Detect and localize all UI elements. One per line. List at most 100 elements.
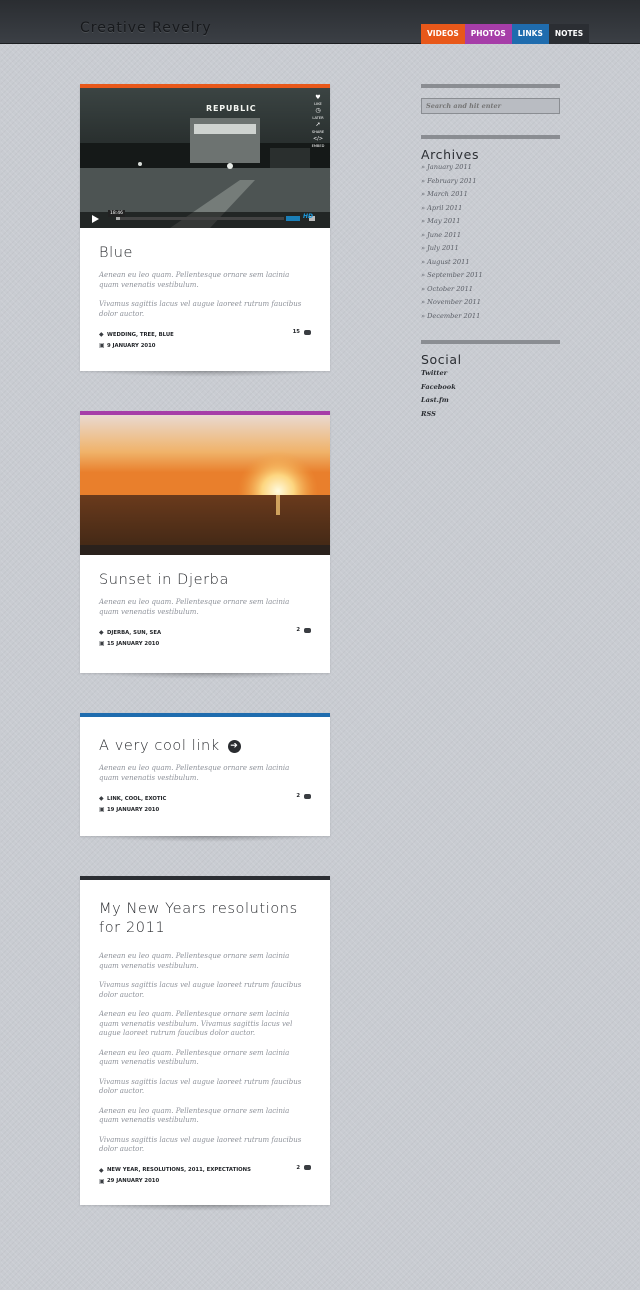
archive-link[interactable]: » July 2011 bbox=[421, 242, 483, 256]
comment-count[interactable]: 2 bbox=[296, 793, 311, 799]
date-row: ▣ 29 JANUARY 2010 bbox=[99, 1176, 311, 1187]
archive-link[interactable]: » September 2011 bbox=[421, 269, 483, 283]
embed-label: EMBED bbox=[311, 144, 325, 148]
link-arrow-icon[interactable]: ➔ bbox=[227, 740, 241, 753]
post-video: REPUBLIC 18:46 HD ♥ LIKE ◷ LATER ➚ SHARE… bbox=[80, 84, 330, 377]
clock-icon[interactable]: ◷ bbox=[308, 107, 328, 115]
post-title-line: My New Years resolutions bbox=[99, 901, 298, 917]
post-title[interactable]: A very cool link ➔ bbox=[99, 737, 311, 756]
post-paragraph: Aenean eu leo quam. Pellentesque ornare … bbox=[99, 1106, 290, 1125]
comment-number: 2 bbox=[296, 627, 300, 633]
post-text: Aenean eu leo quam. Pellentesque ornare … bbox=[99, 764, 311, 783]
archive-link[interactable]: » November 2011 bbox=[421, 296, 483, 310]
share-icon[interactable]: ➚ bbox=[308, 121, 328, 129]
link-title[interactable]: A very cool link bbox=[99, 737, 220, 756]
calendar-icon: ▣ bbox=[99, 806, 105, 813]
tags-row: ◆ DJERBA, SUN, SEA bbox=[99, 627, 311, 638]
archives-list: » January 2011 » February 2011 » March 2… bbox=[421, 161, 483, 323]
post-meta: ◆ LINK, COOL, EXOTIC ▣ 19 JANUARY 2010 2 bbox=[99, 793, 311, 815]
post-text: Aenean eu leo quam. Pellentesque ornare … bbox=[99, 271, 311, 319]
post-paragraph: Aenean eu leo quam. Pellentesque ornare … bbox=[99, 271, 290, 289]
post-title[interactable]: Blue bbox=[99, 244, 311, 263]
comment-bubble-icon bbox=[304, 627, 311, 633]
search-input[interactable] bbox=[421, 98, 560, 114]
archive-link[interactable]: » December 2011 bbox=[421, 310, 483, 324]
archive-link[interactable]: » March 2011 bbox=[421, 188, 483, 202]
nav-videos[interactable]: VIDEOS bbox=[421, 24, 465, 44]
category-nav: VIDEOS PHOTOS LINKS NOTES bbox=[421, 24, 590, 44]
archive-link[interactable]: » October 2011 bbox=[421, 283, 483, 297]
archive-link[interactable]: » June 2011 bbox=[421, 229, 483, 243]
archive-link[interactable]: » May 2011 bbox=[421, 215, 483, 229]
comment-bubble-icon bbox=[304, 329, 311, 335]
post-link: A very cool link ➔ Aenean eu leo quam. P… bbox=[80, 713, 330, 842]
post-paragraph: Vivamus sagittis lacus vel augue laoreet… bbox=[99, 1077, 302, 1096]
comment-count[interactable]: 2 bbox=[296, 1165, 311, 1171]
nav-links[interactable]: LINKS bbox=[511, 24, 549, 44]
date-row: ▣ 15 JANUARY 2010 bbox=[99, 638, 311, 649]
social-link-lastfm[interactable]: Last.fm bbox=[421, 394, 456, 408]
archive-link[interactable]: » January 2011 bbox=[421, 161, 483, 175]
archive-link[interactable]: » April 2011 bbox=[421, 202, 483, 216]
comment-bubble-icon bbox=[304, 1165, 311, 1170]
nav-notes[interactable]: NOTES bbox=[548, 24, 590, 44]
tags-row: ◆ NEW YEAR, RESOLUTIONS, 2011, EXPECTATI… bbox=[99, 1165, 311, 1176]
post-title[interactable]: My New Years resolutions for 2011 bbox=[99, 900, 311, 938]
tags-row: ◆ LINK, COOL, EXOTIC bbox=[99, 793, 311, 804]
heart-icon[interactable]: ♥ bbox=[308, 94, 328, 101]
social-link-rss[interactable]: RSS bbox=[421, 408, 456, 422]
post-tags[interactable]: WEDDING, TREE, BLUE bbox=[107, 332, 174, 338]
post-tags[interactable]: NEW YEAR, RESOLUTIONS, 2011, EXPECTATION… bbox=[107, 1167, 251, 1173]
sunset-photo bbox=[80, 415, 330, 555]
comment-bubble-icon bbox=[304, 793, 311, 799]
calendar-icon: ▣ bbox=[99, 1177, 105, 1185]
video-player[interactable]: REPUBLIC 18:46 HD ♥ LIKE ◷ LATER ➚ SHARE… bbox=[80, 88, 330, 228]
post-date: 9 JANUARY 2010 bbox=[107, 342, 156, 349]
date-row: ▣ 9 JANUARY 2010 bbox=[99, 340, 311, 351]
nav-photos[interactable]: PHOTOS bbox=[464, 24, 512, 44]
post-photo: Sunset in Djerba Aenean eu leo quam. Pel… bbox=[80, 411, 330, 679]
post-body: A very cool link ➔ Aenean eu leo quam. P… bbox=[80, 717, 330, 815]
date-row: ▣ 19 JANUARY 2010 bbox=[99, 804, 311, 815]
post-tags[interactable]: LINK, COOL, EXOTIC bbox=[107, 796, 166, 802]
tags-row: ◆ WEDDING, TREE, BLUE bbox=[99, 329, 311, 340]
post-date: 29 JANUARY 2010 bbox=[107, 1178, 160, 1184]
post-meta: ◆ DJERBA, SUN, SEA ▣ 15 JANUARY 2010 2 bbox=[99, 627, 311, 649]
post-body: Blue Aenean eu leo quam. Pellentesque or… bbox=[80, 228, 330, 351]
site-title[interactable]: Creative Revelry bbox=[80, 20, 212, 36]
social-link-twitter[interactable]: Twitter bbox=[421, 367, 456, 381]
post-paragraph: Aenean eu leo quam. Pellentesque ornare … bbox=[99, 952, 290, 970]
post-paragraph: Aenean eu leo quam. Pellentesque ornare … bbox=[99, 1010, 293, 1037]
comment-number: 2 bbox=[296, 793, 300, 799]
play-icon[interactable] bbox=[92, 215, 99, 223]
post-paragraph: Aenean eu leo quam. Pellentesque ornare … bbox=[99, 764, 290, 782]
sidebar-divider bbox=[421, 84, 560, 88]
post-date: 15 JANUARY 2010 bbox=[107, 640, 160, 647]
social-heading: Social bbox=[421, 352, 462, 367]
post-meta: ◆ WEDDING, TREE, BLUE ▣ 9 JANUARY 2010 1… bbox=[99, 329, 311, 351]
video-time: 18:46 bbox=[108, 210, 125, 217]
comment-number: 15 bbox=[292, 329, 300, 335]
archive-link[interactable]: » August 2011 bbox=[421, 256, 483, 270]
post-tags[interactable]: DJERBA, SUN, SEA bbox=[107, 630, 161, 636]
post-paragraph: Aenean eu leo quam. Pellentesque ornare … bbox=[99, 1048, 290, 1067]
embed-icon[interactable]: </> bbox=[308, 135, 328, 143]
post-text: Aenean eu leo quam. Pellentesque ornare … bbox=[99, 598, 311, 617]
calendar-icon: ▣ bbox=[99, 640, 105, 647]
comment-count[interactable]: 2 bbox=[296, 627, 311, 633]
comment-count[interactable]: 15 bbox=[293, 329, 311, 335]
video-side-controls: ♥ LIKE ◷ LATER ➚ SHARE </> EMBED bbox=[308, 94, 328, 149]
sidebar-divider bbox=[421, 340, 560, 344]
tag-icon: ◆ bbox=[99, 795, 104, 802]
post-date: 19 JANUARY 2010 bbox=[107, 806, 160, 813]
social-link-facebook[interactable]: Facebook bbox=[421, 381, 456, 395]
post-title-line: for 2011 bbox=[99, 920, 166, 936]
post-title[interactable]: Sunset in Djerba bbox=[99, 571, 311, 590]
post-note: My New Years resolutions for 2011 Aenean… bbox=[80, 876, 330, 1211]
archives-heading: Archives bbox=[421, 147, 480, 162]
archive-link[interactable]: » February 2011 bbox=[421, 175, 483, 189]
post-photo-image[interactable] bbox=[80, 415, 330, 555]
sidebar-divider bbox=[421, 135, 560, 139]
tag-icon: ◆ bbox=[99, 1166, 104, 1174]
hd-badge[interactable]: HD bbox=[303, 213, 313, 220]
